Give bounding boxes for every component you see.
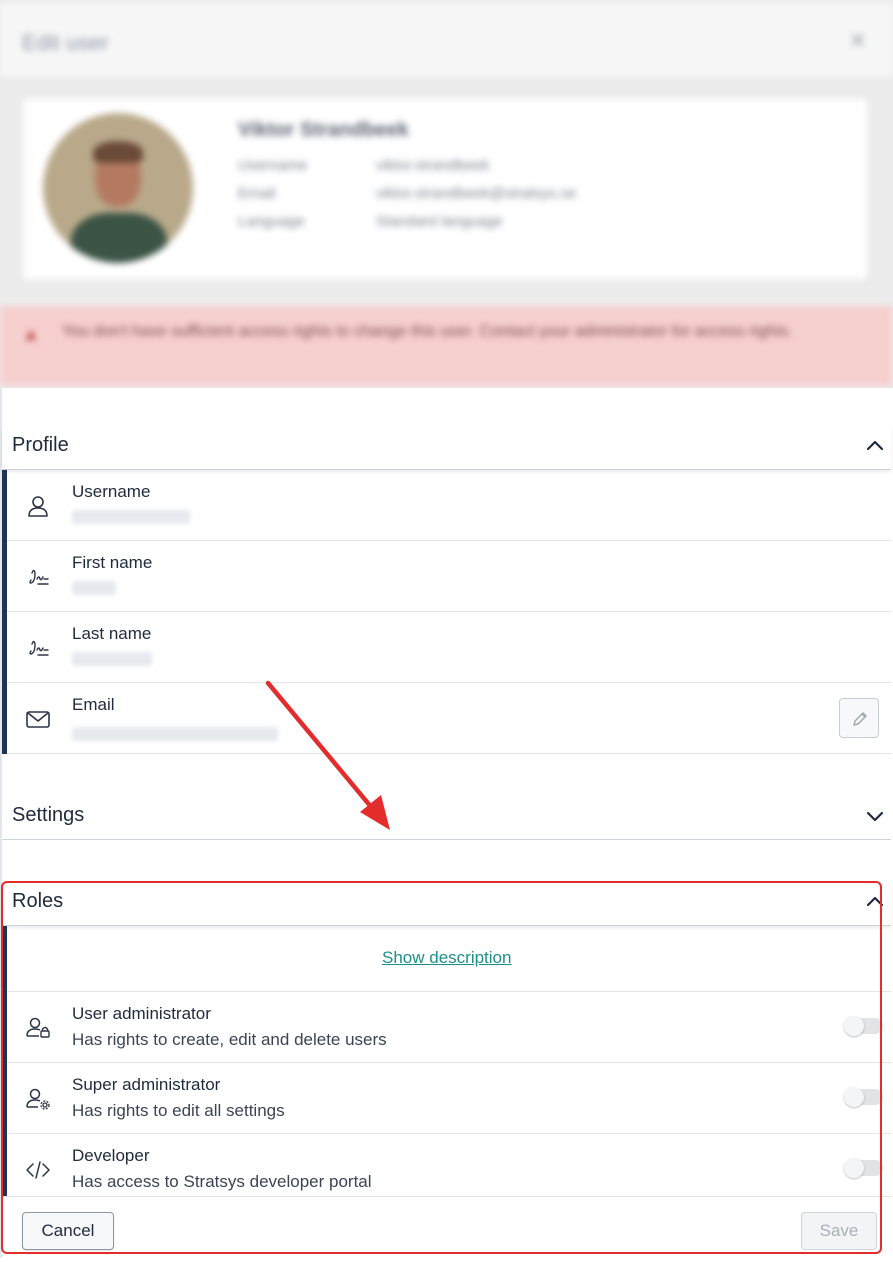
signature-icon <box>29 640 49 656</box>
role-toggle-developer[interactable] <box>844 1158 883 1178</box>
role-super-administrator: Super administrator Has rights to edit a… <box>7 1063 891 1134</box>
field-username: Username <box>7 470 891 541</box>
field-label: Username <box>72 482 151 501</box>
profile-field-list: Username First name Last name Email <box>2 470 891 754</box>
field-value-blurred <box>72 510 190 524</box>
alert-text: You don't have sufficient access rights … <box>62 323 793 340</box>
field-label: First name <box>72 553 153 572</box>
user-gear-icon <box>26 1088 50 1110</box>
chevron-up-icon[interactable] <box>865 436 885 456</box>
section-header-profile[interactable]: Profile <box>2 426 891 470</box>
field-last-name: Last name <box>7 612 891 683</box>
profile-summary-card: Viktor Strandbeek Username viktor.strandb… <box>22 98 868 280</box>
chevron-up-icon[interactable] <box>865 892 885 912</box>
role-title: Developer <box>72 1146 150 1165</box>
signature-icon <box>29 569 49 585</box>
field-label: Last name <box>72 624 152 643</box>
section-title-profile: Profile <box>12 434 69 456</box>
field-first-name: First name <box>7 541 891 612</box>
dialog-footer: Cancel Save <box>2 1196 891 1262</box>
field-value-blurred <box>72 652 152 666</box>
profile-row-username: Username viktor.strandbeek <box>238 157 490 174</box>
role-user-administrator: User administrator Has rights to create,… <box>7 992 891 1063</box>
code-icon <box>26 1161 50 1179</box>
role-description: Has rights to edit all settings <box>72 1101 285 1120</box>
profile-row-email: Email viktor.strandbeek@stratsys.se <box>238 185 577 202</box>
role-title: User administrator <box>72 1004 211 1023</box>
cancel-button[interactable]: Cancel <box>22 1212 114 1250</box>
role-title: Super administrator <box>72 1075 221 1094</box>
show-description-row: Show description <box>7 926 891 992</box>
blurred-header-region: Edit user ✕ Viktor Strandbeek Username vi… <box>0 0 893 388</box>
role-toggle-user-administrator[interactable] <box>844 1016 883 1036</box>
profile-name: Viktor Strandbeek <box>238 119 409 141</box>
access-alert: ▲ You don't have sufficient access right… <box>0 306 893 386</box>
pencil-icon <box>853 712 867 726</box>
envelope-icon <box>26 711 50 728</box>
edit-email-button[interactable] <box>839 698 879 738</box>
profile-row-language: Language Standard language <box>238 213 503 230</box>
role-developer: Developer Has access to Stratsys develop… <box>7 1134 891 1196</box>
field-value-blurred <box>72 727 278 741</box>
close-icon[interactable]: ✕ <box>849 28 867 54</box>
warning-icon: ▲ <box>22 324 40 344</box>
user-lock-icon <box>26 1017 50 1038</box>
roles-list: Show description User administrator Has … <box>2 926 891 1196</box>
field-email: Email <box>7 683 891 754</box>
show-description-link[interactable]: Show description <box>382 948 511 968</box>
role-description: Has access to Stratsys developer portal <box>72 1172 372 1191</box>
user-icon <box>28 496 48 517</box>
dialog-titlebar: Edit user ✕ <box>0 4 893 76</box>
role-description: Has rights to create, edit and delete us… <box>72 1030 387 1049</box>
section-header-settings[interactable]: Settings <box>2 796 891 840</box>
section-title-roles: Roles <box>12 890 64 912</box>
dialog-title: Edit user <box>22 30 109 55</box>
section-header-roles[interactable]: Roles <box>2 882 891 926</box>
chevron-down-icon[interactable] <box>865 806 885 826</box>
field-value-blurred <box>72 581 116 595</box>
role-toggle-super-administrator[interactable] <box>844 1087 883 1107</box>
avatar <box>43 113 193 263</box>
field-label: Email <box>72 695 115 714</box>
save-button[interactable]: Save <box>801 1212 877 1250</box>
section-title-settings: Settings <box>12 804 85 826</box>
